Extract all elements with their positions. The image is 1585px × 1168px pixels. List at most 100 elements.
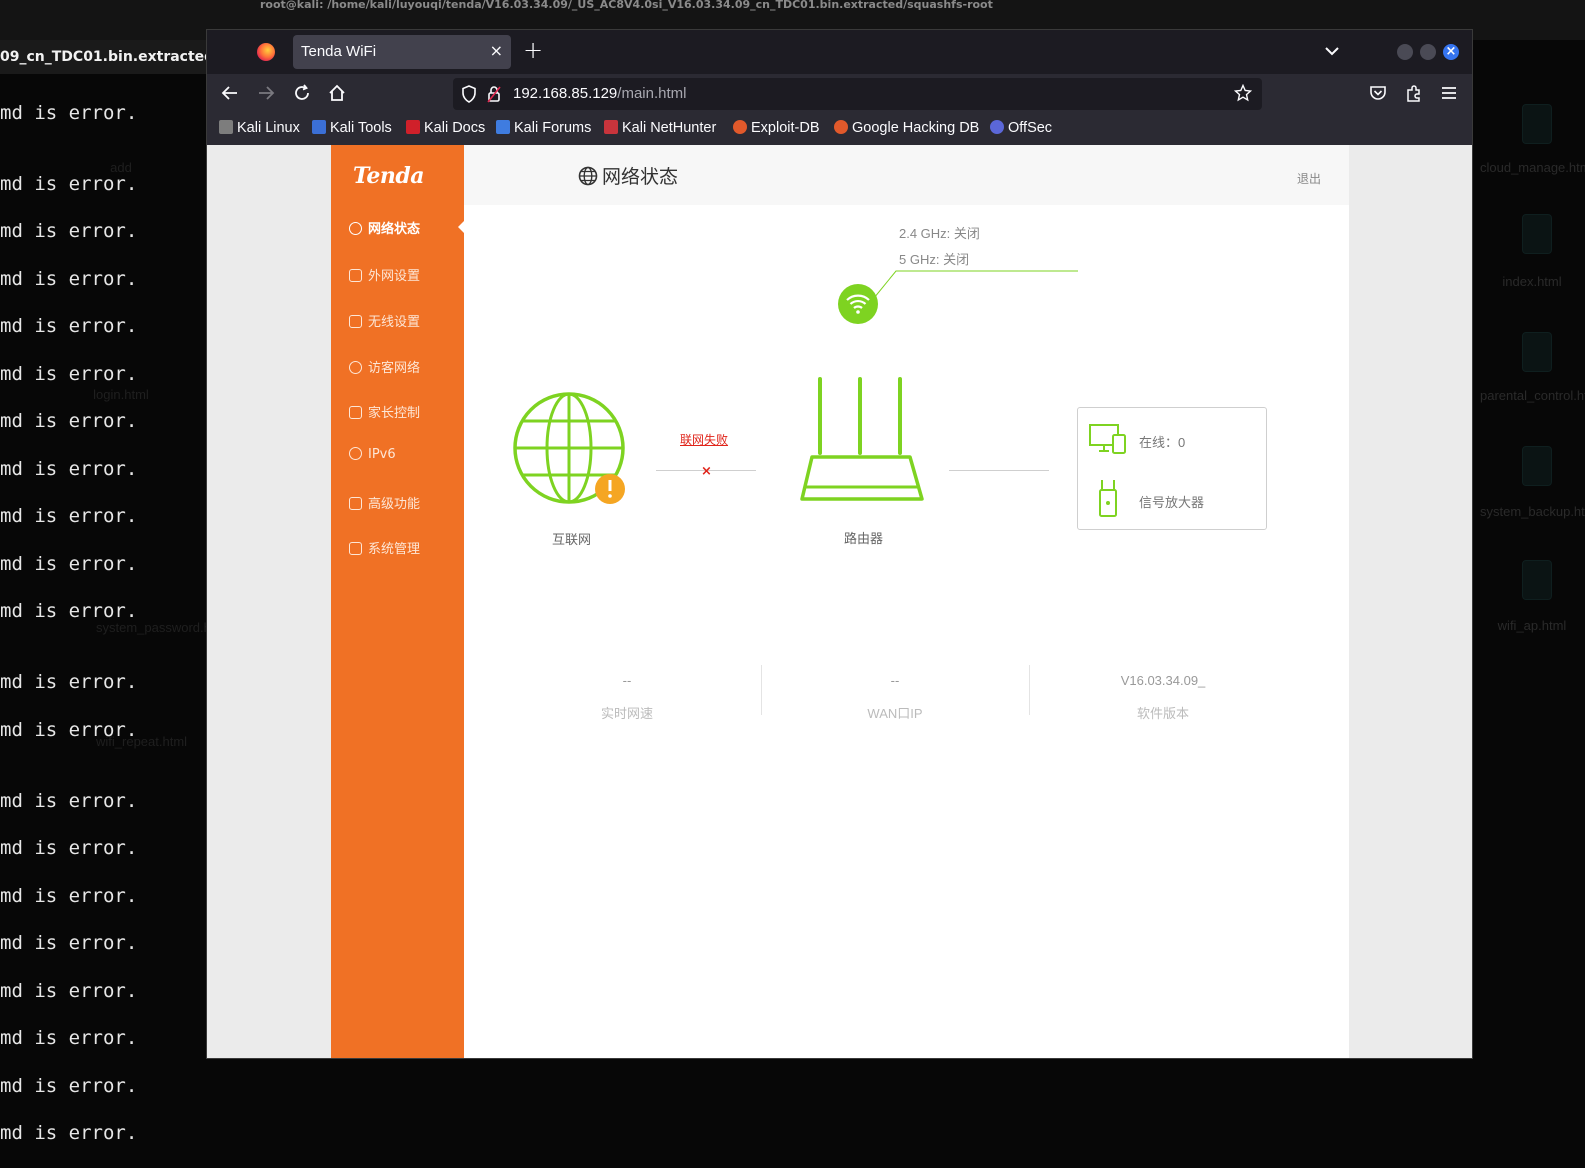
- realtime-speed-value: --: [622, 673, 632, 688]
- terminal-line: md is error.: [0, 790, 138, 812]
- grid-icon: [349, 497, 362, 510]
- tab-bar: Tenda WiFi × + ×: [207, 30, 1472, 74]
- bookmark-label: Kali NetHunter: [622, 120, 717, 136]
- bookmark-label: Kali Forums: [514, 120, 592, 136]
- desktop-file-label: wifi_ap.html: [1497, 618, 1567, 633]
- chevron-down-icon[interactable]: [1323, 42, 1341, 60]
- bookmark-item[interactable]: Google Hacking DB: [834, 120, 979, 136]
- close-tab-icon[interactable]: ×: [490, 41, 503, 60]
- html-file-icon[interactable]: [1522, 560, 1552, 600]
- kali-dragon-icon: [219, 120, 233, 134]
- html-file-icon[interactable]: [1522, 446, 1552, 486]
- online-count: 在线：0: [1139, 435, 1186, 450]
- close-window-button[interactable]: ×: [1443, 44, 1459, 60]
- bookmark-item[interactable]: Kali Forums: [496, 120, 591, 136]
- navigation-toolbar: 192.168.85.129/main.html: [207, 74, 1472, 114]
- nethunter-icon: [604, 120, 618, 134]
- maximize-button[interactable]: [1420, 44, 1436, 60]
- nav-network-status[interactable]: 网络状态: [349, 218, 420, 237]
- internet-globe-icon[interactable]: [512, 391, 632, 511]
- tab-title: Tenda WiFi: [301, 43, 377, 60]
- html-file-icon[interactable]: [1522, 104, 1552, 144]
- wifi-24ghz-status: 2.4 GHz: 关闭: [899, 226, 980, 241]
- router-icon[interactable]: [798, 375, 926, 507]
- browser-tab[interactable]: Tenda WiFi ×: [293, 35, 511, 69]
- nav-wireless-settings[interactable]: 无线设置: [349, 311, 420, 330]
- realtime-speed-label: 实时网速: [600, 706, 653, 721]
- terminal-line: md is error.: [0, 220, 138, 242]
- forward-icon[interactable]: [257, 84, 275, 102]
- nav-label: IPv6: [368, 447, 396, 462]
- signal-extender-icon: [1099, 480, 1117, 517]
- kali-tools-icon: [312, 120, 326, 134]
- terminal-line: md is error.: [0, 553, 138, 575]
- kali-forums-icon: [496, 120, 510, 134]
- home-icon[interactable]: [328, 84, 346, 102]
- page-header: 网络状态 退出: [464, 145, 1349, 205]
- tenda-logo[interactable]: Tenda: [353, 163, 424, 189]
- url-bar[interactable]: 192.168.85.129/main.html: [453, 78, 1262, 110]
- desktop-icons: cloud_manage.html index.html parental_co…: [1474, 74, 1585, 1168]
- connection-failed-link[interactable]: 联网失败: [680, 431, 728, 448]
- bookmark-label: Kali Linux: [237, 120, 300, 136]
- html-file-icon[interactable]: [1522, 214, 1552, 254]
- nav-label: 系统管理: [368, 542, 421, 557]
- wan-ip-value: --: [890, 673, 900, 688]
- nav-wan-settings[interactable]: 外网设置: [349, 265, 420, 284]
- bookmark-item[interactable]: OffSec: [990, 120, 1052, 136]
- nav-advanced[interactable]: 高级功能: [349, 493, 420, 512]
- tracking-shield-icon[interactable]: [461, 85, 477, 103]
- exploit-db-icon: [733, 120, 747, 134]
- nav-ipv6[interactable]: IPv6: [349, 447, 396, 462]
- web-page: Tenda 网络状态 外网设置 无线设置 访客网络 家长控制 IPv6 高级功能…: [207, 145, 1472, 1058]
- ghdb-icon: [834, 120, 848, 134]
- bookmark-star-icon[interactable]: [1234, 84, 1252, 102]
- main-content: 网络状态 退出 2.4 GHz: 关闭 5 GHz: 关闭 互联网 联网失败 ×…: [464, 145, 1349, 1058]
- connection-error-mark: ×: [701, 464, 712, 479]
- pocket-icon[interactable]: [1369, 84, 1387, 102]
- bookmark-label: Kali Docs: [424, 120, 486, 136]
- insecure-lock-icon[interactable]: [487, 85, 501, 103]
- nav-label: 无线设置: [368, 315, 421, 330]
- bookmark-item[interactable]: Kali Docs: [406, 120, 485, 136]
- firmware-version-label: 软件版本: [1136, 706, 1189, 721]
- desktop-file-label: wifi_repeat.html: [96, 734, 188, 749]
- bookmark-item[interactable]: Exploit-DB: [733, 120, 820, 136]
- nav-system-management[interactable]: 系统管理: [349, 538, 420, 557]
- terminal-line: md is error.: [0, 173, 138, 195]
- terminal-output: md is error. md is error. md is error. m…: [0, 74, 229, 1168]
- new-tab-button[interactable]: +: [523, 36, 543, 64]
- client-panel[interactable]: 在线：0 信号放大器: [1077, 407, 1267, 530]
- extensions-icon[interactable]: [1405, 84, 1423, 102]
- bookmark-item[interactable]: Kali Tools: [312, 120, 392, 136]
- html-file-icon[interactable]: [1522, 332, 1552, 372]
- url-text: 192.168.85.129/main.html: [513, 85, 686, 102]
- bookmark-item[interactable]: Kali NetHunter: [604, 120, 716, 136]
- router-label: 路由器: [844, 532, 884, 547]
- desktop-file-label: index.html: [1502, 274, 1562, 289]
- menu-icon[interactable]: [1440, 84, 1458, 102]
- nav-label: 外网设置: [368, 269, 421, 284]
- stat-divider: [1029, 665, 1030, 715]
- page-title-text: 网络状态: [602, 166, 679, 188]
- logout-link[interactable]: 退出: [1297, 170, 1321, 187]
- nav-parental-control[interactable]: 家长控制: [349, 402, 420, 421]
- reload-icon[interactable]: [293, 84, 311, 102]
- nav-guest-network[interactable]: 访客网络: [349, 357, 420, 376]
- terminal-tab-title: 09_cn_TDC01.bin.extracted/sq: [0, 49, 238, 65]
- desktop-file-label: add: [110, 160, 132, 175]
- firefox-icon[interactable]: [257, 43, 275, 61]
- bookmark-item[interactable]: Kali Linux: [219, 120, 300, 136]
- minimize-button[interactable]: [1397, 44, 1413, 60]
- terminal-line: md is error.: [0, 268, 138, 290]
- wifi-icon[interactable]: [837, 283, 879, 325]
- terminal-line: md is error.: [0, 1122, 138, 1144]
- terminal-line: md is error.: [0, 363, 138, 385]
- globe-icon: [578, 166, 598, 186]
- desktop-file-label: system_backup.html: [1480, 504, 1585, 519]
- desktop-file-label: system_password.html: [96, 620, 229, 635]
- page-title: 网络状态: [578, 162, 678, 189]
- terminal-tab[interactable]: 09_cn_TDC01.bin.extracted/sq: [0, 40, 238, 74]
- back-icon[interactable]: [221, 84, 239, 102]
- router-client-link: [949, 470, 1049, 471]
